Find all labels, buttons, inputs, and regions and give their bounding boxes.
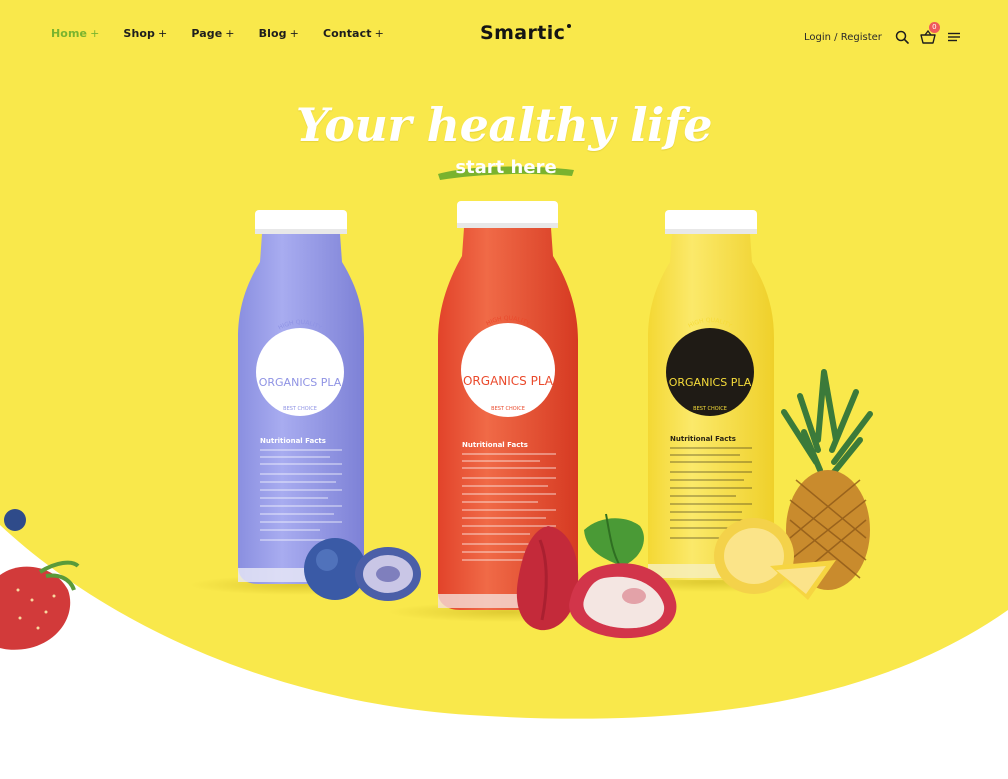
strawberry [0, 560, 80, 650]
product-artwork: HIGH QUALITY ORGANICS PLA BEST CHOICE Nu… [0, 201, 873, 650]
blueberry [4, 509, 26, 531]
label-arc-bottom: BEST CHOICE [693, 406, 727, 412]
hero-section: Home + Shop + Page + Blog + Contact + Smartic… [0, 0, 1008, 779]
bottle-label-badge [666, 328, 754, 416]
bottle-label-badge [256, 328, 344, 416]
pineapple [781, 369, 873, 590]
bottle-blueberry: HIGH QUALITY ORGANICS PLA BEST CHOICE Nu… [238, 210, 364, 584]
label-facts-title: Nutritional Facts [260, 437, 326, 445]
label-brand: ORGANICS PLA [669, 376, 752, 389]
label-brand: ORGANICS PLA [463, 374, 554, 388]
label-arc-bottom: BEST CHOICE [283, 406, 317, 412]
label-brand: ORGANICS PLA [259, 376, 342, 389]
bottle-label-badge [461, 323, 555, 417]
label-facts-title: Nutritional Facts [462, 441, 528, 449]
label-arc-bottom: BEST CHOICE [491, 406, 525, 412]
label-facts-title: Nutritional Facts [670, 435, 736, 443]
